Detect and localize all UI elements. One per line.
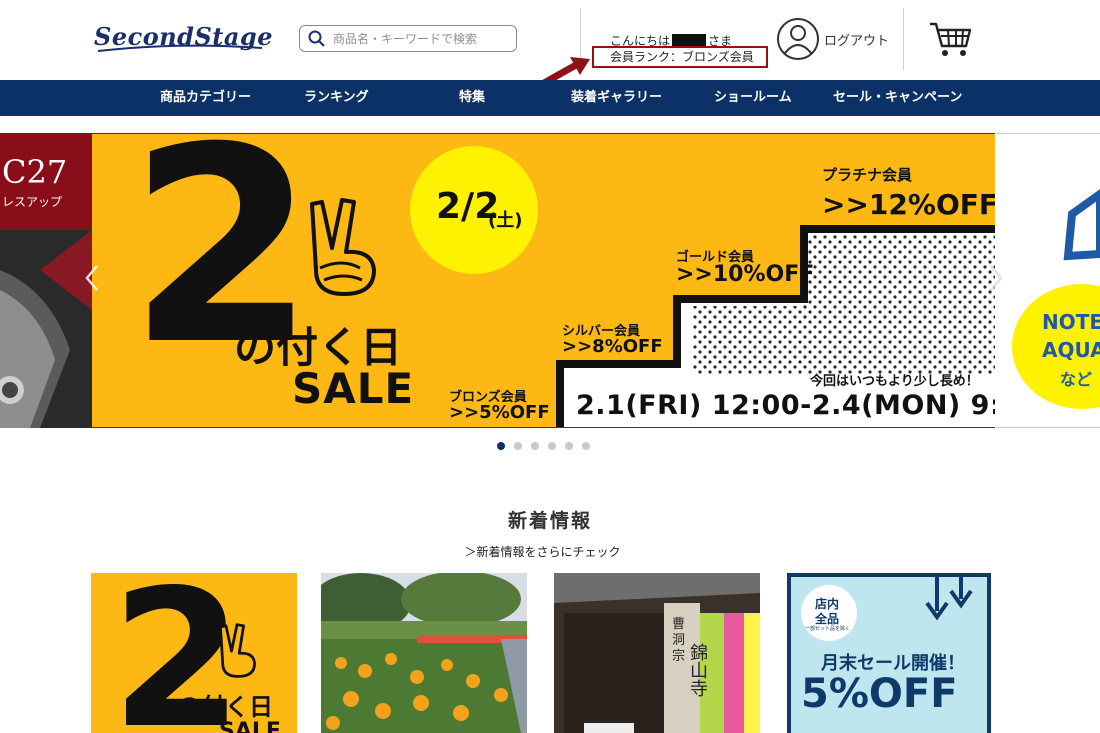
carousel-dot[interactable] <box>514 442 522 450</box>
slide-prev-subtitle: レスアップ <box>2 195 63 209</box>
slide-sale-word: SALE <box>292 364 415 413</box>
hero-carousel[interactable]: C27 レスアップ 2 の付く日 SALE 2/2 (土) ブロンズ会員 >>5… <box>0 133 1100 429</box>
logo-swoosh-icon <box>97 44 263 52</box>
carousel-slide-prev[interactable]: C27 レスアップ <box>0 133 92 428</box>
main-nav: 商品カテゴリー ランキング 特集 装着ギャラリー ショールーム セール・キャンペ… <box>0 80 1100 116</box>
car-shifter-image <box>0 230 92 428</box>
logout-link[interactable]: ログアウト <box>776 17 889 61</box>
carousel-dot[interactable] <box>497 442 505 450</box>
member-rank-label: 会員ランク：ブロンズ会員 <box>610 50 754 64</box>
next-slide-line1: NOTE <box>1042 310 1100 334</box>
tier-platinum-discount: >>12%OFF <box>822 188 995 221</box>
search-box[interactable] <box>299 25 517 52</box>
nav-item-ranking[interactable]: ランキング <box>304 80 369 116</box>
badge-note: 一部セット品を除く <box>805 626 851 632</box>
carousel-next-button[interactable] <box>988 263 1004 301</box>
sale-period: 2.1(FRI) 12:00-2.4(MON) 9:59 <box>576 390 995 421</box>
news-card[interactable]: 曹 洞 宗 錦山寺 <box>554 573 760 733</box>
down-arrows-icon <box>925 577 973 621</box>
carousel-dot[interactable] <box>531 442 539 450</box>
temple-sign-char: 曹 <box>672 617 686 632</box>
carousel-prev-button[interactable] <box>84 263 100 301</box>
next-slide-line3: など <box>1060 370 1093 389</box>
news-card[interactable] <box>321 573 527 733</box>
search-input[interactable] <box>333 31 503 46</box>
carousel-slide-next[interactable]: NOTE AQUA など <box>996 133 1100 428</box>
next-slide-graphic <box>1063 189 1100 261</box>
tier-platinum-label: プラチナ会員 <box>822 166 913 184</box>
news-card-headline: の付く日 <box>177 693 273 721</box>
peace-hand-icon <box>310 198 376 296</box>
chevron-left-icon[interactable] <box>84 263 100 293</box>
nav-item-gallery[interactable]: 装着ギャラリー <box>571 80 662 116</box>
carousel-pagination <box>497 442 599 450</box>
header-divider-cart <box>903 8 904 70</box>
nav-item-features[interactable]: 特集 <box>459 80 485 116</box>
temple-image <box>554 573 760 733</box>
sale-period-note: 今回はいつもより少し長め！ <box>810 374 979 389</box>
nav-item-categories[interactable]: 商品カテゴリー <box>160 80 251 116</box>
carousel-dot[interactable] <box>565 442 573 450</box>
temple-sign-main: 錦山寺 <box>687 643 708 697</box>
user-avatar-icon[interactable] <box>776 17 820 61</box>
date-badge-day: (土) <box>488 210 523 231</box>
search-icon[interactable] <box>308 30 325 47</box>
news-card[interactable]: 2 の付く日 SALE <box>91 573 297 733</box>
news-more-link[interactable]: ＞新着情報をさらにチェック <box>0 543 1085 560</box>
carousel-dot[interactable] <box>582 442 590 450</box>
tier-silver-discount: >>8%OFF <box>562 336 663 357</box>
tier-bronze-discount: >>5%OFF <box>449 402 550 423</box>
news-card-sale: SALE <box>219 719 281 733</box>
site-header: SecondStage こんにちは さま 会員ランク：ブロンズ会員 ログアウト <box>0 0 1100 87</box>
carousel-dot[interactable] <box>548 442 556 450</box>
next-slide-line2: AQUA <box>1042 338 1100 362</box>
carousel-slide-current[interactable]: 2 の付く日 SALE 2/2 (土) ブロンズ会員 >>5%OFF シルバー会… <box>92 133 995 428</box>
nav-item-sale-campaign[interactable]: セール・キャンペーン <box>833 80 962 116</box>
news-card[interactable]: 店内 全品 一部セット品を除く 月末セール開催！ 5%OFF <box>787 573 991 733</box>
nav-item-showroom[interactable]: ショールーム <box>714 80 792 116</box>
news-section-title: 新着情報 <box>507 510 592 532</box>
slide-prev-title: C27 <box>2 153 68 191</box>
member-rank-highlight: 会員ランク：ブロンズ会員 <box>592 46 768 68</box>
tier-gold-discount: >>10%OFF <box>676 262 815 287</box>
peace-hand-icon <box>219 623 256 678</box>
chevron-right-icon[interactable] <box>988 263 1004 293</box>
news-card-discount: 5%OFF <box>801 671 958 717</box>
logout-label[interactable]: ログアウト <box>824 30 889 49</box>
cart-icon[interactable] <box>928 20 972 58</box>
flower-garden-image <box>321 573 527 733</box>
